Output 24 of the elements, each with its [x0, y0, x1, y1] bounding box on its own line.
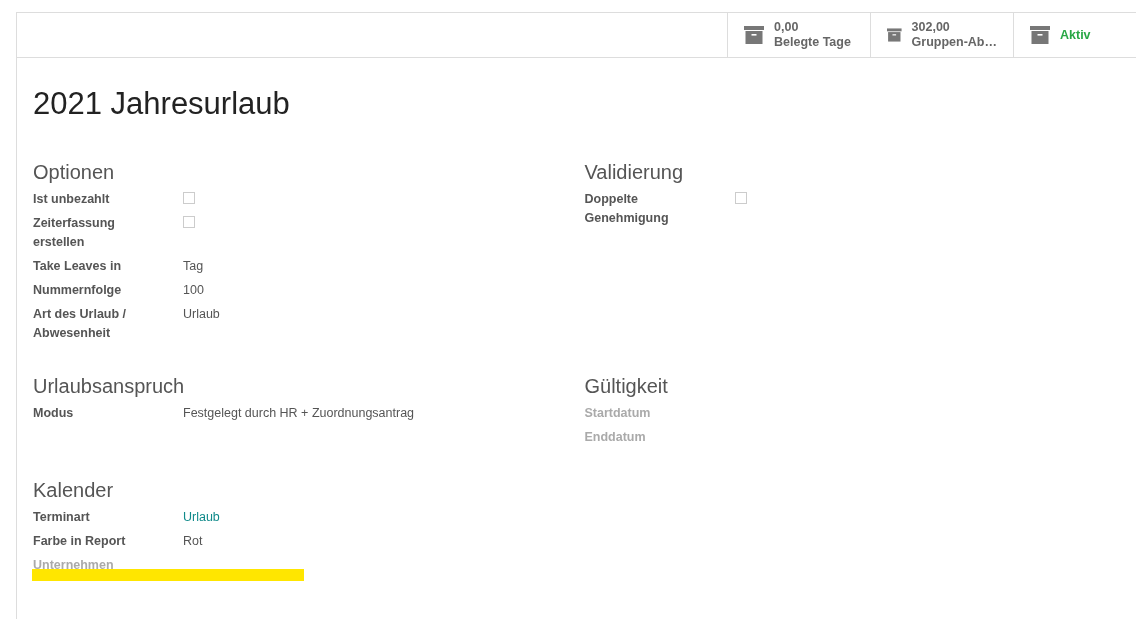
field-label: Unternehmen: [33, 556, 163, 575]
group-heading: Kalender: [33, 478, 115, 502]
field-value: Rot: [183, 533, 203, 550]
field-value: Tag: [183, 258, 204, 275]
field-label: Doppelte Genehmigung: [584, 191, 670, 227]
field-label: Ist unbezahlt: [33, 191, 111, 208]
group-heading: Urlaubsanspruch: [33, 374, 186, 398]
record-title: 2021 Jahresurlaub: [33, 86, 291, 122]
field-label: Art des Urlaub / Abwesenheit: [33, 306, 128, 342]
group-heading: Optionen: [33, 160, 116, 184]
field-label: Startdatum: [584, 405, 652, 422]
field-label: Modus: [33, 405, 75, 422]
field-link[interactable]: Urlaub: [183, 508, 220, 527]
field-value: 100: [183, 282, 204, 299]
field-label: Take Leaves in: [33, 258, 122, 275]
group-heading: Gültigkeit: [584, 374, 669, 398]
group-heading: Validierung: [584, 160, 685, 184]
field-label: Terminart: [33, 509, 91, 526]
field-label: Zeiterfassung erstellen: [33, 215, 116, 251]
field-label: Farbe in Report: [33, 533, 127, 550]
field-label: Enddatum: [584, 429, 647, 446]
field-value: Urlaub: [183, 306, 220, 323]
field-label: Nummernfolge: [33, 282, 123, 299]
field-value: Festgelegt durch HR + Zuordnungsantrag: [183, 405, 415, 422]
